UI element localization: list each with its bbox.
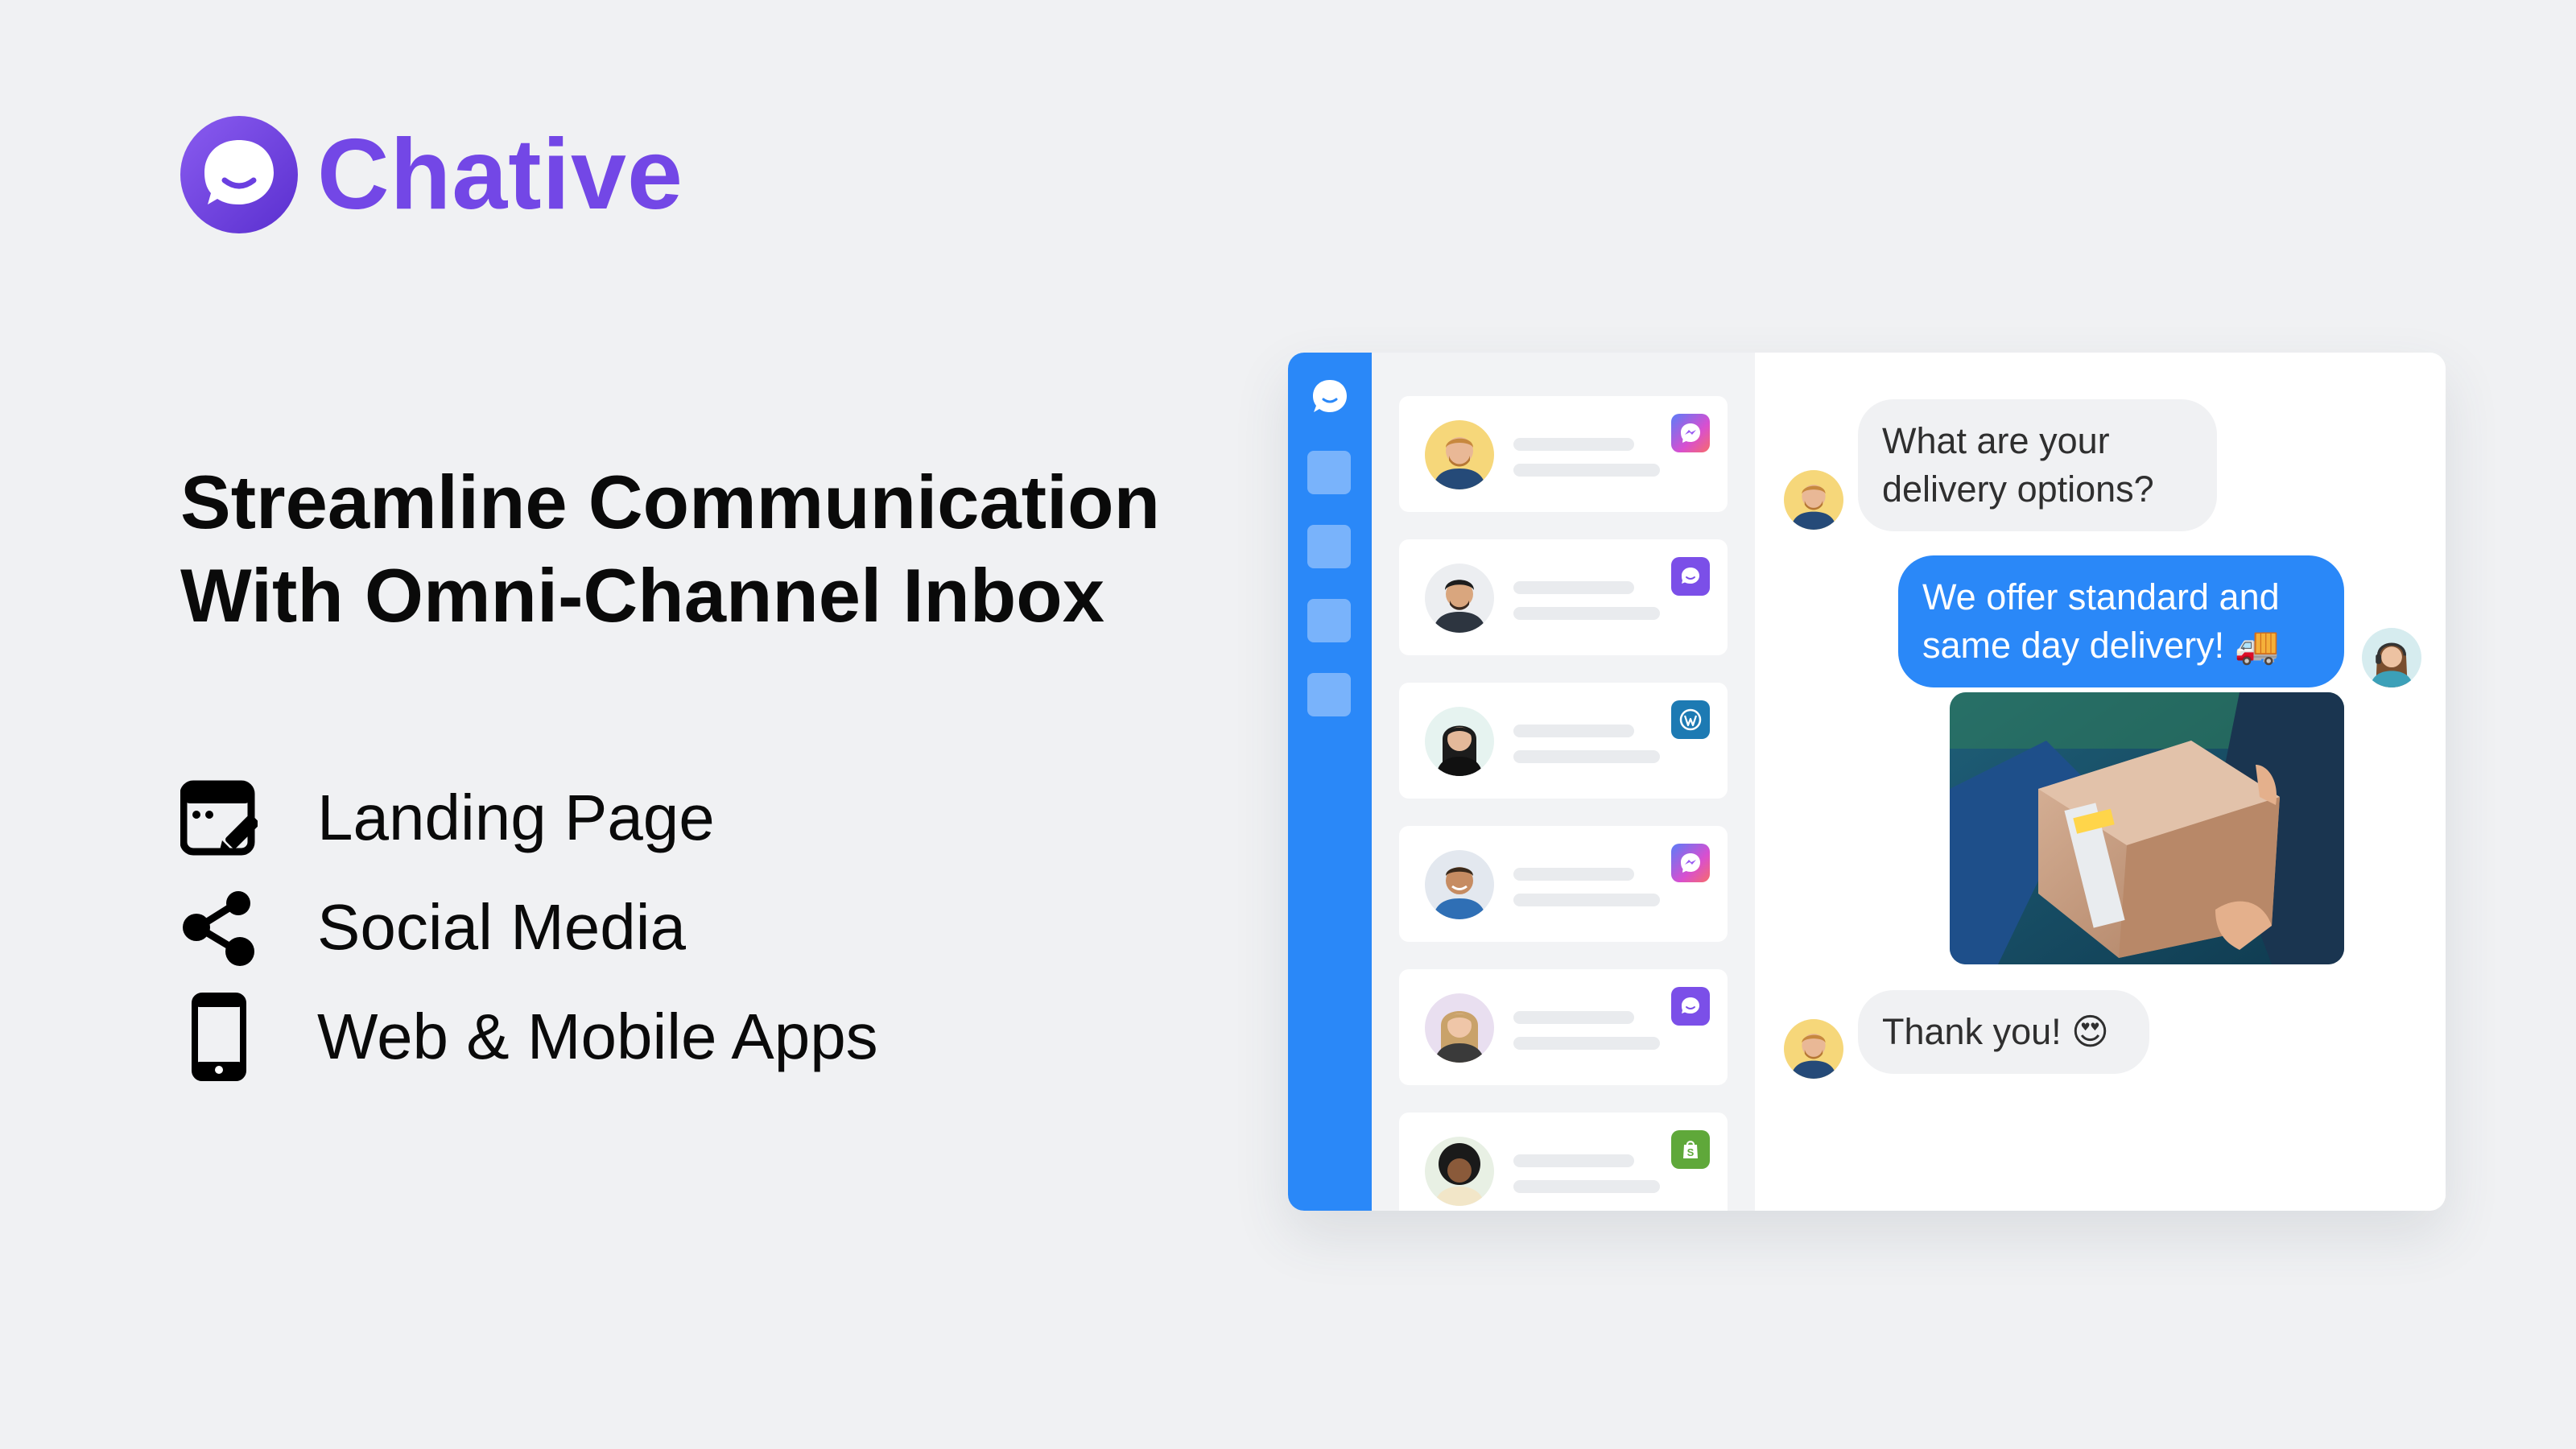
- conversation-preview-placeholder: [1513, 750, 1660, 763]
- conversation-name-placeholder: [1513, 868, 1634, 881]
- smartphone-icon: [180, 993, 258, 1081]
- message-bubble-outgoing: We offer standard and same day delivery!…: [1898, 555, 2344, 687]
- conversation-preview-placeholder: [1513, 607, 1660, 620]
- live-chat-icon: [1671, 987, 1710, 1026]
- sidebar-rail: [1288, 353, 1372, 1211]
- feature-web-mobile-apps: Web & Mobile Apps: [180, 982, 878, 1092]
- page-headline: Streamline Communication With Omni-Chann…: [180, 456, 1227, 642]
- conversation-list: S: [1372, 353, 1755, 1211]
- brand-logo[interactable]: Chative: [180, 116, 683, 233]
- feature-list: Landing Page Social Media Web & Mobile A…: [180, 763, 878, 1092]
- live-chat-icon: [1671, 557, 1710, 596]
- brand-name: Chative: [317, 119, 683, 230]
- conversation-preview-placeholder: [1513, 894, 1660, 906]
- agent-avatar: [2362, 628, 2421, 687]
- svg-text:S: S: [1687, 1146, 1695, 1158]
- avatar: [1784, 470, 1843, 530]
- feature-social-media: Social Media: [180, 873, 878, 982]
- message-text: We offer standard and: [1922, 576, 2280, 617]
- headline-line-1: Streamline Communication: [180, 460, 1160, 544]
- message-text: same day delivery! 🚚: [1922, 625, 2280, 666]
- delivery-package-photo[interactable]: [1950, 692, 2344, 964]
- sidebar-nav-button[interactable]: [1307, 599, 1351, 642]
- avatar: [1425, 564, 1494, 633]
- avatar: [1784, 1019, 1843, 1079]
- shopify-icon: S: [1671, 1130, 1710, 1169]
- conversation-item[interactable]: [1399, 683, 1728, 799]
- feature-label: Web & Mobile Apps: [317, 1001, 878, 1072]
- avatar: [1425, 1137, 1494, 1206]
- sidebar-nav-button[interactable]: [1307, 673, 1351, 716]
- wordpress-icon: [1671, 700, 1710, 739]
- conversation-preview-placeholder: [1513, 1180, 1660, 1193]
- avatar: [1425, 850, 1494, 919]
- message-text: What are your: [1882, 420, 2110, 461]
- message-bubble-incoming: What are your delivery options?: [1858, 399, 2217, 531]
- chat-panel: What are your delivery options? We offer…: [1755, 353, 2446, 1211]
- conversation-item[interactable]: [1399, 826, 1728, 942]
- conversation-name-placeholder: [1513, 724, 1634, 737]
- conversation-item[interactable]: [1399, 539, 1728, 655]
- conversation-name-placeholder: [1513, 1154, 1634, 1167]
- conversation-name-placeholder: [1513, 438, 1634, 451]
- messenger-icon: [1671, 844, 1710, 882]
- conversation-item[interactable]: S: [1399, 1113, 1728, 1211]
- conversation-item[interactable]: [1399, 396, 1728, 512]
- conversation-preview-placeholder: [1513, 464, 1660, 477]
- conversation-name-placeholder: [1513, 581, 1634, 594]
- landing-page-edit-icon: [180, 774, 258, 862]
- message-bubble-incoming: Thank you! 😍: [1858, 990, 2149, 1074]
- message-text: Thank you! 😍: [1882, 1011, 2110, 1052]
- headline-line-2: With Omni-Channel Inbox: [180, 553, 1104, 638]
- feature-label: Social Media: [317, 891, 687, 963]
- avatar: [1425, 993, 1494, 1063]
- messenger-icon: [1671, 414, 1710, 452]
- conversation-preview-placeholder: [1513, 1037, 1660, 1050]
- conversation-item[interactable]: [1399, 969, 1728, 1085]
- avatar: [1425, 707, 1494, 776]
- sidebar-nav-button[interactable]: [1307, 451, 1351, 494]
- conversation-name-placeholder: [1513, 1011, 1634, 1024]
- message-text: delivery options?: [1882, 469, 2154, 510]
- avatar: [1425, 420, 1494, 489]
- share-icon: [180, 883, 258, 972]
- feature-landing-page: Landing Page: [180, 763, 878, 873]
- sidebar-nav-button[interactable]: [1307, 525, 1351, 568]
- feature-label: Landing Page: [317, 782, 715, 853]
- chat-bubble-icon[interactable]: [1312, 378, 1348, 417]
- inbox-app-window: S What are your delivery options? We off…: [1288, 353, 2446, 1211]
- chat-bubble-smile-icon: [180, 116, 298, 233]
